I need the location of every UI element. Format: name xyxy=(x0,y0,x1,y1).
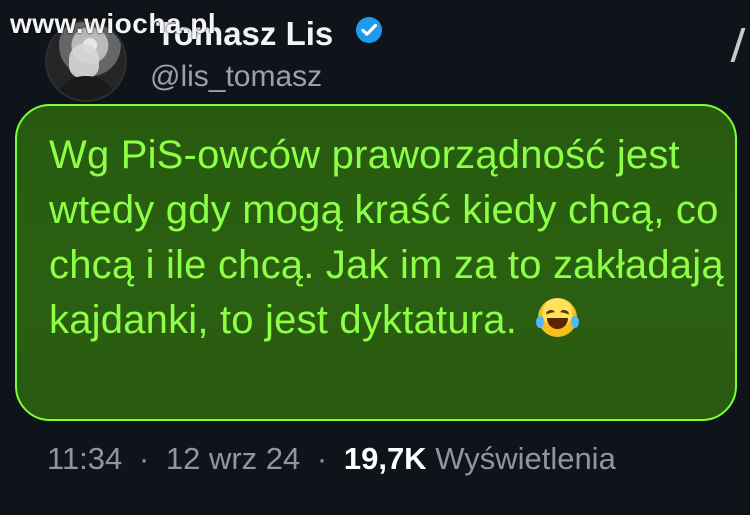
meta-separator: · xyxy=(316,441,328,476)
emoji-left-tear-shape xyxy=(536,316,545,328)
profile-handle[interactable]: @lis_tomasz xyxy=(150,62,322,92)
avatar-face-shape xyxy=(69,44,99,78)
screenshot-frame: www.wiocha.pl Tomasz Lis @lis_tomasz Wg … xyxy=(0,0,750,515)
watermark: www.wiocha.pl xyxy=(10,8,217,39)
more-icon[interactable] xyxy=(702,28,746,62)
tweet-meta: 11:34 · 12 wrz 24 · 19,7K Wyświetlenia xyxy=(47,443,616,474)
tweet-time[interactable]: 11:34 xyxy=(47,441,122,476)
verified-icon xyxy=(356,17,382,43)
tweet-bubble: Wg PiS-owców praworządność jest wtedy gd… xyxy=(15,104,737,421)
tweet-date[interactable]: 12 wrz 24 xyxy=(166,441,300,476)
meta-separator: · xyxy=(138,441,150,476)
view-count[interactable]: 19,7K xyxy=(344,441,427,476)
tweet-text: Wg PiS-owców praworządność jest wtedy gd… xyxy=(49,133,724,342)
avatar-shoulders-shape xyxy=(55,76,117,100)
emoji-right-tear-shape xyxy=(571,316,580,328)
views-label: Wyświetlenia xyxy=(435,441,616,476)
emoji-right-eye-shape xyxy=(559,308,571,319)
tweet-text-container: Wg PiS-owców praworządność jest wtedy gd… xyxy=(49,128,739,348)
emoji-mouth-shape xyxy=(547,318,569,329)
emoji-left-eye-shape xyxy=(545,308,557,319)
laughing-crying-emoji-icon xyxy=(536,298,580,337)
